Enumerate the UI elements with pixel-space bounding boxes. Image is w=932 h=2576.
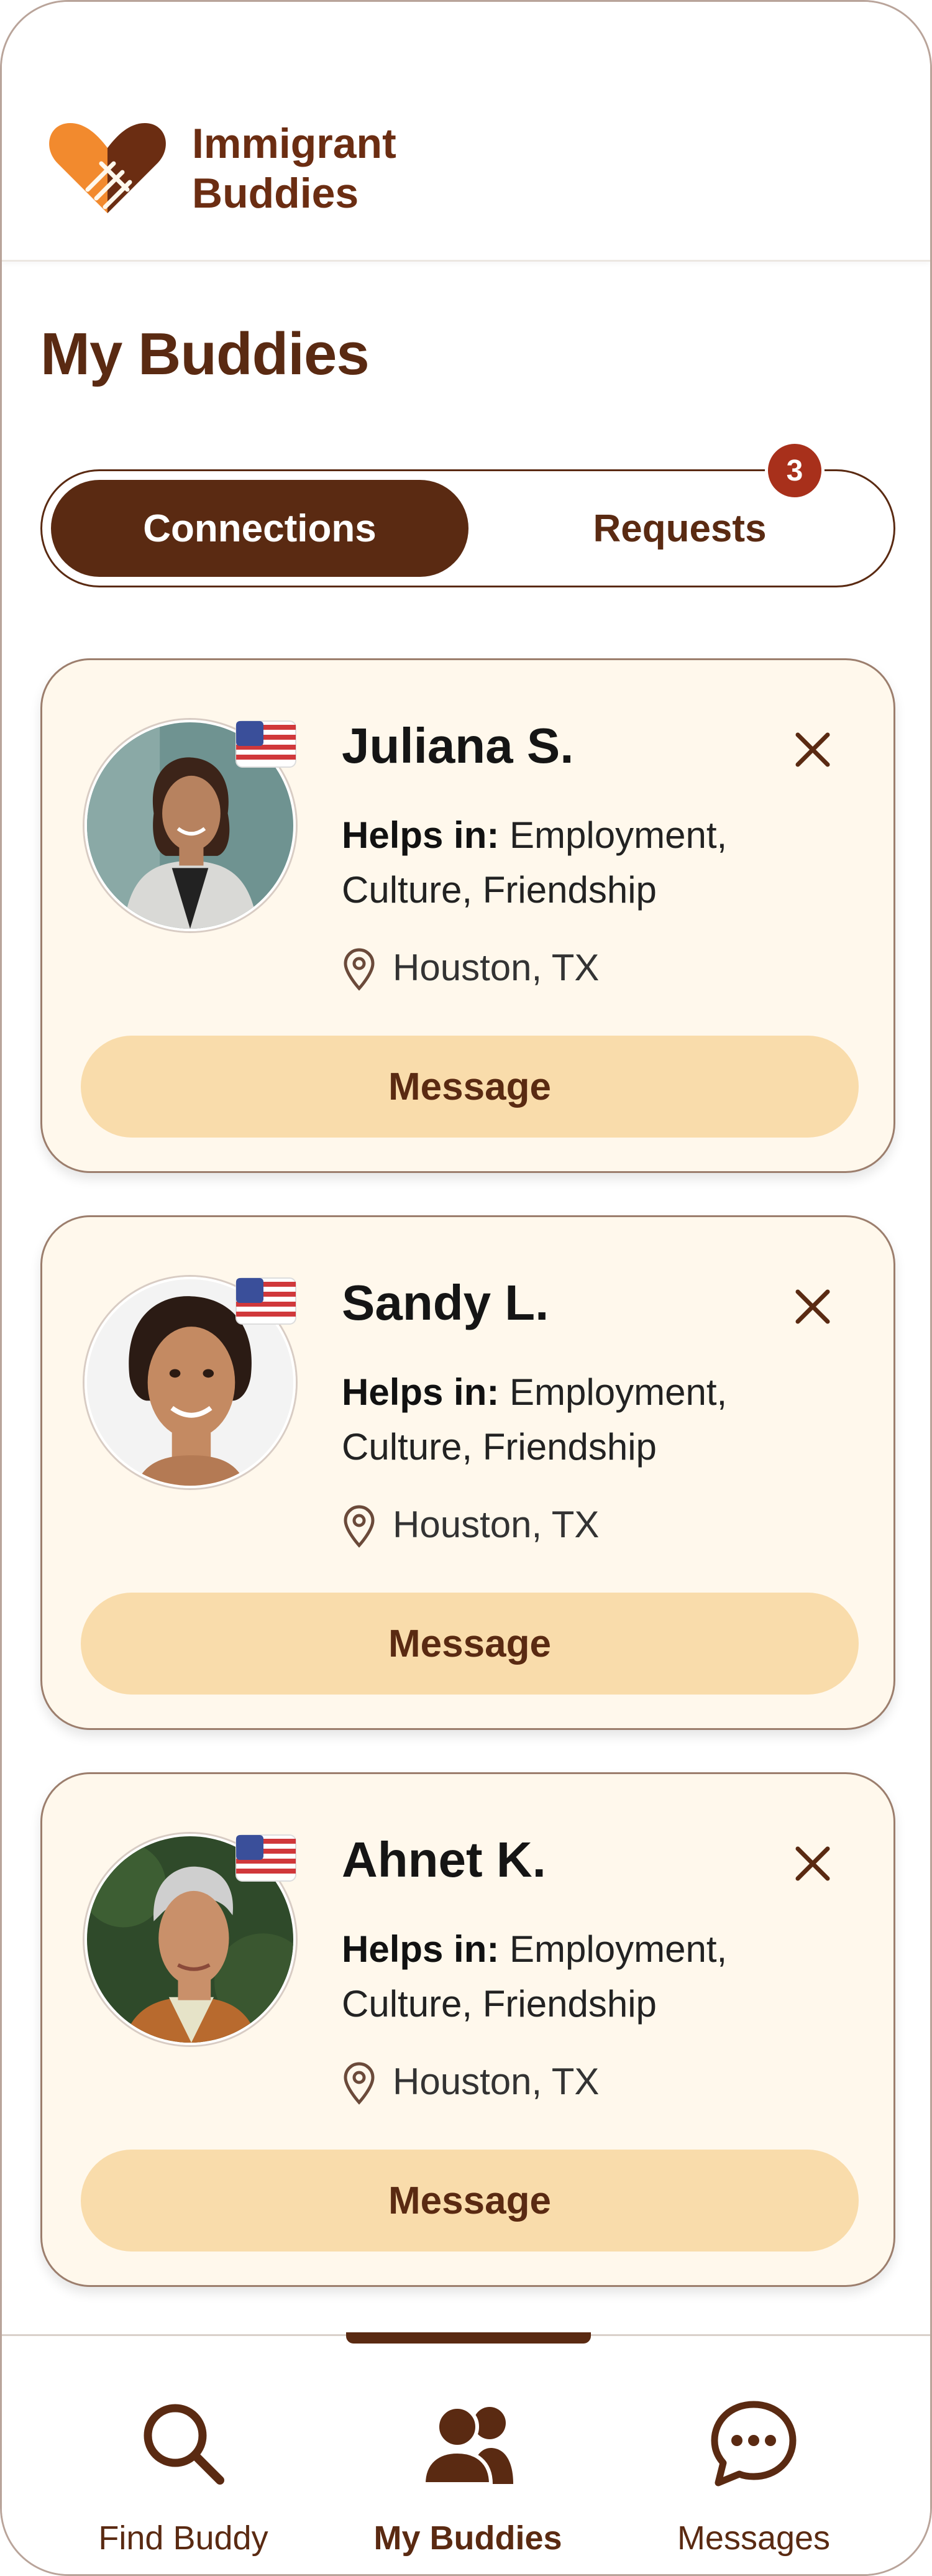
bottom-nav: Find Buddy My Buddies Messages: [2, 2332, 930, 2574]
buddy-helps: Helps in: Employment, Culture, Friendshi…: [342, 808, 789, 918]
chat-icon: [711, 2401, 797, 2486]
people-icon: [421, 2405, 513, 2486]
buddy-location: Houston, TX: [393, 1504, 600, 1545]
helps-label: Helps in:: [342, 1371, 500, 1413]
location-pin-icon: [344, 2062, 375, 2105]
buddy-card: Sandy L. Helps in: Employment, Culture, …: [40, 1215, 895, 1730]
us-flag-icon: [235, 720, 296, 768]
message-button[interactable]: Message: [81, 1036, 859, 1138]
buddy-card: Ahnet K. Helps in: Employment, Culture, …: [40, 1772, 895, 2287]
close-icon[interactable]: [788, 1839, 838, 1888]
buddy-name: Sandy L.: [342, 1275, 549, 1330]
app-name: Immigrant Buddies: [192, 119, 396, 218]
nav-label: My Buddies: [373, 2519, 562, 2557]
nav-label: Messages: [677, 2519, 831, 2557]
app-name-line2: Buddies: [192, 170, 359, 217]
buddy-name: Juliana S.: [342, 718, 574, 773]
message-button[interactable]: Message: [81, 2150, 859, 2252]
search-icon: [144, 2404, 224, 2485]
buddy-location: Houston, TX: [393, 2061, 600, 2102]
helps-label: Helps in:: [342, 1928, 500, 1970]
page-title: My Buddies: [40, 321, 370, 387]
buddy-name: Ahnet K.: [342, 1832, 546, 1887]
app-name-line1: Immigrant: [192, 120, 396, 167]
nav-messages[interactable]: Messages: [611, 2336, 897, 2574]
us-flag-icon: [235, 1834, 296, 1882]
app-header: Immigrant Buddies: [2, 2, 930, 262]
us-flag-icon: [235, 1277, 296, 1325]
buddy-location: Houston, TX: [393, 947, 600, 988]
message-button[interactable]: Message: [81, 1593, 859, 1695]
segmented-tabs: Connections Requests: [40, 469, 895, 587]
location-pin-icon: [344, 1505, 375, 1548]
tab-connections[interactable]: Connections: [51, 480, 468, 577]
nav-my-buddies[interactable]: My Buddies: [325, 2336, 611, 2574]
nav-label: Find Buddy: [98, 2519, 268, 2557]
app-frame: Immigrant Buddies My Buddies Connections…: [0, 0, 932, 2576]
helps-label: Helps in:: [342, 814, 500, 856]
nav-find-buddy[interactable]: Find Buddy: [40, 2336, 326, 2574]
buddy-helps: Helps in: Employment, Culture, Friendshi…: [342, 1365, 789, 1474]
tab-requests[interactable]: Requests: [471, 480, 889, 577]
requests-count-badge: 3: [765, 441, 825, 500]
buddy-card: Juliana S. Helps in: Employment, Culture…: [40, 658, 895, 1173]
close-icon[interactable]: [788, 1282, 838, 1332]
close-icon[interactable]: [788, 725, 838, 775]
buddy-helps: Helps in: Employment, Culture, Friendshi…: [342, 1922, 789, 2031]
location-pin-icon: [344, 948, 375, 991]
hands-heart-logo-icon: [49, 123, 166, 213]
